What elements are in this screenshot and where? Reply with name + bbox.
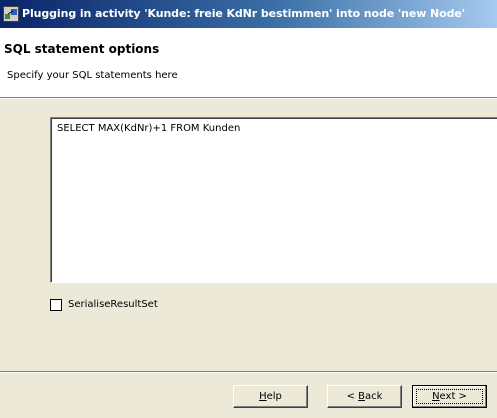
page-title: SQL statement options [4,42,160,56]
back-button[interactable]: < Back [327,385,402,408]
sql-statement-textarea[interactable]: SELECT MAX(KdNr)+1 FROM Kunden [50,117,497,283]
title-bar[interactable]: Plugging in activity 'Kunde: freie KdNr … [0,0,497,28]
wizard-header: SQL statement options Specify your SQL s… [0,28,497,98]
serialise-result-set-label: SerialiseResultSet [68,299,158,310]
focus-rectangle [416,389,483,404]
next-button[interactable]: Next > [412,385,487,408]
button-bar-separator [0,371,497,373]
plug-activity-icon [3,6,19,22]
page-subtitle: Specify your SQL statements here [7,70,178,81]
window-title: Plugging in activity 'Kunde: freie KdNr … [22,7,465,20]
help-button[interactable]: Help [233,385,308,408]
header-divider [0,98,497,99]
serialise-result-set-checkbox[interactable] [50,299,62,311]
